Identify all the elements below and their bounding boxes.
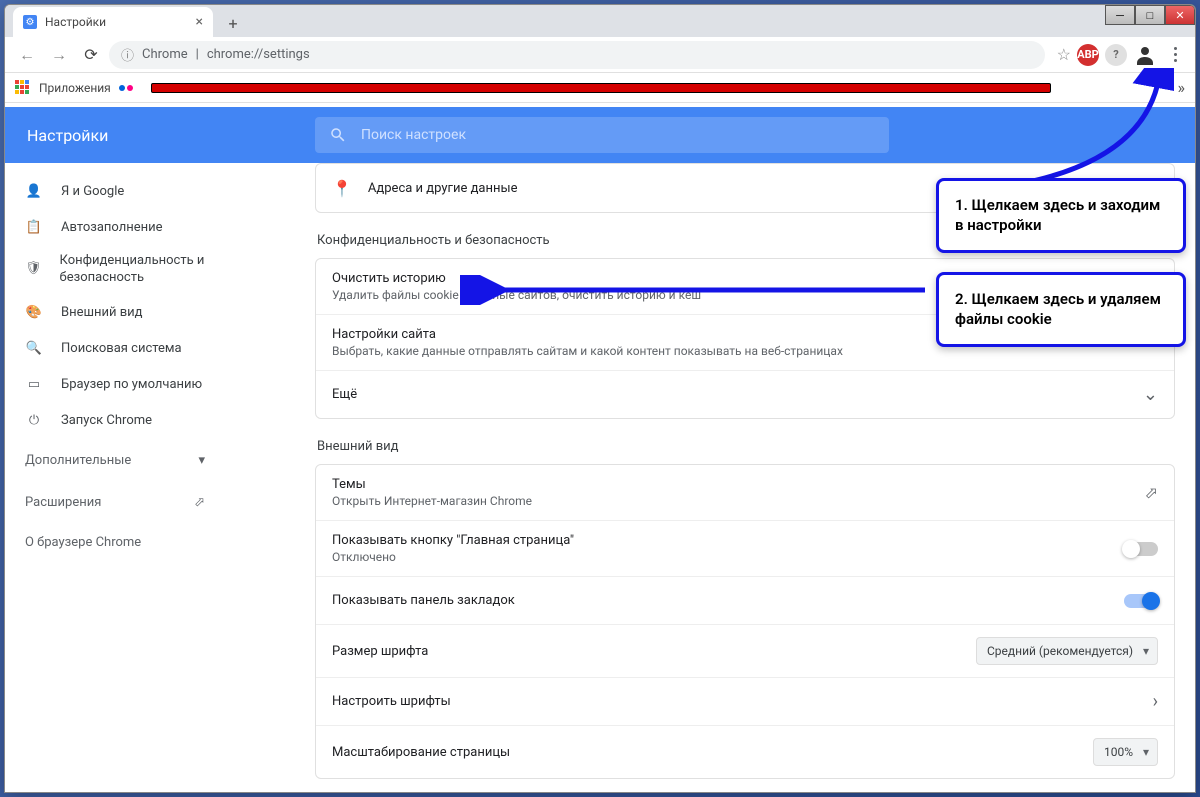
toolbar-actions: ☆ ABP ? [1057,43,1187,67]
row-subtitle: Отключено [332,550,1108,564]
row-title: Ещё [332,387,1127,402]
tab-settings[interactable]: ⚙ Настройки × [13,7,213,37]
dropdown-font-size[interactable]: Средний (рекомендуется) [976,637,1158,665]
sidebar-item-default-browser[interactable]: ▭ Браузер по умолчанию [5,367,255,403]
sidebar-label: Браузер по умолчанию [61,377,202,392]
settings-favicon-icon: ⚙ [23,15,37,29]
row-home-button[interactable]: Показывать кнопку "Главная страница" Откл… [316,520,1174,576]
settings-title: Настройки [5,126,315,145]
sidebar-advanced[interactable]: Дополнительные ▾ [5,439,255,483]
person-icon: 👤 [25,184,43,199]
bookmark-bar-redacted [151,83,1051,93]
sidebar-label: Запуск Chrome [61,413,152,428]
close-button[interactable]: ✕ [1165,5,1195,25]
row-title: Показывать панель закладок [332,593,1108,608]
url-separator: | [196,47,199,62]
sidebar-about-label: О браузере Chrome [25,535,141,550]
site-info-icon[interactable]: ⓘ [121,45,134,64]
settings-search-input[interactable] [361,127,875,143]
sidebar-extensions-label: Расширения [25,495,101,510]
browser-icon: ▭ [25,377,43,392]
minimize-button[interactable]: ─ [1105,5,1135,25]
settings-sidebar: 👤 Я и Google 📋 Автозаполнение 🛡 Конфиденциа… [5,163,255,792]
sidebar-label: Автозаполнение [61,220,163,235]
tab-close-icon[interactable]: × [196,14,203,30]
row-title: Темы [332,477,1129,492]
card-appearance: Темы Открыть Интернет-магазин Chrome ⬀ По… [315,464,1175,779]
clipboard-icon: 📋 [25,220,43,235]
new-tab-button[interactable]: + [219,9,247,37]
row-customize-fonts[interactable]: Настроить шрифты › [316,677,1174,725]
row-privacy-more[interactable]: Ещё ⌄ [316,370,1174,418]
row-title: Размер шрифта [332,644,960,659]
power-icon: ⏻ [25,413,43,428]
location-icon: 📍 [332,179,352,198]
palette-icon: 🎨 [25,305,43,320]
annotation-arrow-2 [460,275,930,305]
sidebar-label: Я и Google [61,184,124,199]
row-show-bookmarks[interactable]: Показывать панель закладок [316,576,1174,624]
row-page-zoom[interactable]: Масштабирование страницы 100% [316,725,1174,778]
help-extension-icon[interactable]: ? [1105,44,1127,66]
reload-button[interactable]: ⟳ [77,41,105,69]
sidebar-extensions[interactable]: Расширения ⬀ [5,483,255,523]
annotation-callout-1: 1. Щелкаем здесь и заходим в настройки [936,178,1186,253]
bookmark-overflow-icon[interactable]: » [1178,78,1186,97]
sidebar-label: Поисковая система [61,341,182,356]
settings-main: 👤 Я и Google 📋 Автозаполнение 🛡 Конфиденциа… [5,163,1195,792]
open-external-icon: ⬀ [1145,483,1158,502]
sidebar-label: Внешний вид [61,305,143,320]
row-themes[interactable]: Темы Открыть Интернет-магазин Chrome ⬀ [316,465,1174,520]
shield-icon: 🛡 [25,261,42,278]
star-bookmark-icon[interactable]: ☆ [1057,45,1071,64]
dropdown-zoom[interactable]: 100% [1093,738,1158,766]
section-heading-appearance: Внешний вид [317,439,1175,454]
row-title: Настроить шрифты [332,694,1137,709]
search-icon [329,126,347,144]
url-text: chrome://settings [207,47,310,62]
maximize-button[interactable]: □ [1135,5,1165,25]
annotation-callout-2: 2. Щелкаем здесь и удаляем файлы cookie [936,272,1186,347]
row-title: Масштабирование страницы [332,745,1077,760]
row-subtitle: Открыть Интернет-магазин Chrome [332,494,1129,508]
sidebar-item-privacy[interactable]: 🛡 Конфиденциальность и безопасность [5,245,255,295]
sidebar-item-on-startup[interactable]: ⏻ Запуск Chrome [5,403,255,439]
toggle-bookmarks-bar[interactable] [1124,594,1158,608]
sidebar-item-you-and-google[interactable]: 👤 Я и Google [5,173,255,209]
annotation-arrow-1 [1004,68,1174,188]
adblock-extension-icon[interactable]: ABP [1077,44,1099,66]
row-font-size[interactable]: Размер шрифта Средний (рекомендуется) [316,624,1174,677]
chevron-down-icon: ▾ [198,453,205,468]
chevron-down-icon: ⌄ [1143,384,1158,405]
sidebar-item-search-engine[interactable]: 🔍 Поисковая система [5,331,255,367]
tab-strip: ⚙ Настройки × + [5,5,1195,37]
back-button[interactable]: ← [13,41,41,69]
sidebar-advanced-label: Дополнительные [25,453,131,468]
toggle-home-button[interactable] [1124,542,1158,556]
flickr-bookmark-icon[interactable] [119,85,133,91]
forward-button[interactable]: → [45,41,73,69]
apps-grid-icon[interactable] [15,80,31,96]
sidebar-about[interactable]: О браузере Chrome [5,523,255,563]
chrome-menu-button[interactable] [1163,43,1187,67]
profile-avatar-icon[interactable] [1133,43,1157,67]
url-scheme: Chrome [142,47,188,62]
omnibox[interactable]: ⓘ Chrome | chrome://settings [109,41,1045,69]
search-icon: 🔍 [25,341,43,356]
open-external-icon: ⬀ [194,495,205,510]
window-controls: ─ □ ✕ [1105,5,1195,25]
tab-title: Настройки [45,15,106,29]
chevron-right-icon: › [1153,691,1158,712]
sidebar-item-autofill[interactable]: 📋 Автозаполнение [5,209,255,245]
settings-search[interactable] [315,117,889,153]
apps-label[interactable]: Приложения [39,81,111,95]
settings-body: 📍 Адреса и другие данные › Конфиденциаль… [255,163,1195,792]
sidebar-label: Конфиденциальность и безопасность [60,253,235,287]
row-title: Показывать кнопку "Главная страница" [332,533,1108,548]
sidebar-item-appearance[interactable]: 🎨 Внешний вид [5,295,255,331]
